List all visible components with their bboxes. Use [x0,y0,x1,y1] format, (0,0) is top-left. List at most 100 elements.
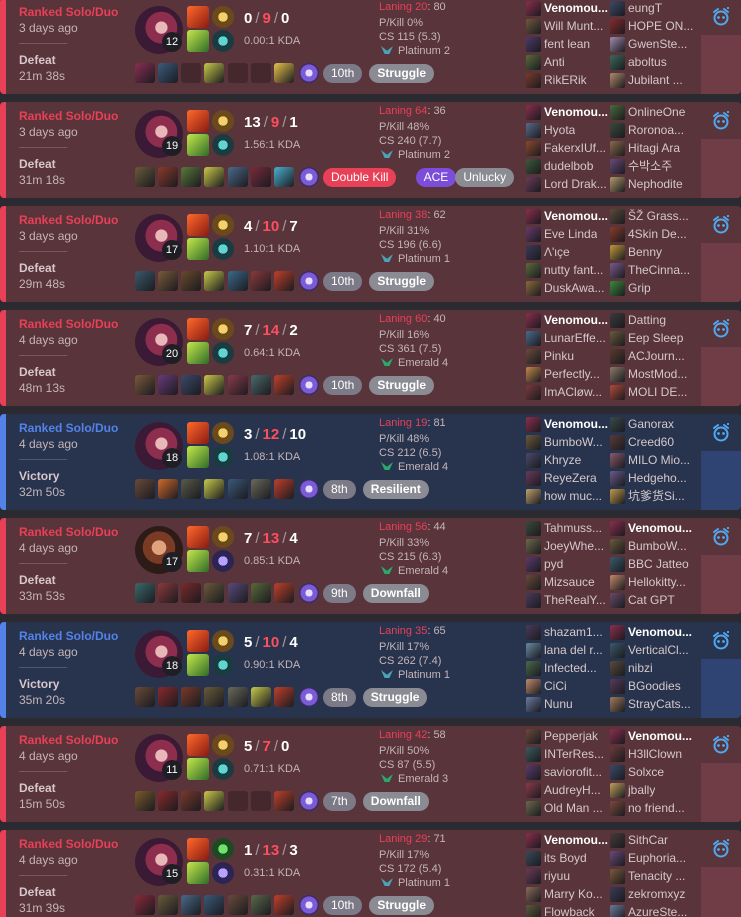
expand-details-button[interactable] [701,243,741,302]
player-entry[interactable]: Creed60 [610,435,700,451]
placement-badge[interactable]: 7th [323,792,356,811]
player-name[interactable]: H3llClown [628,747,682,762]
summoner-spell-1-icon[interactable] [187,838,209,860]
expand-details-button[interactable] [701,659,741,718]
player-entry[interactable]: Datting [610,313,700,329]
player-name[interactable]: RikERik [544,73,587,88]
trinket-icon[interactable] [299,895,319,915]
player-entry[interactable]: riyuu [526,869,616,885]
analytics-button[interactable] [701,414,741,450]
multikill-badge[interactable]: Double Kill [323,168,397,187]
player-entry[interactable]: how muc... [526,489,616,505]
item-icon[interactable] [274,895,294,915]
item-icon[interactable] [274,687,294,707]
player-entry[interactable]: Hyota [526,123,616,139]
player-entry[interactable]: GwenSte... [610,37,700,53]
item-icon[interactable] [135,791,155,811]
player-name[interactable]: TheRealY... [544,593,606,608]
primary-rune-icon[interactable] [212,422,234,444]
analytics-button[interactable] [701,830,741,866]
player-entry[interactable]: Venomou... [526,105,616,121]
analytics-button[interactable] [701,102,741,138]
player-entry[interactable]: Perfectly... [526,367,616,383]
primary-rune-icon[interactable] [212,630,234,652]
item-icon[interactable] [158,375,178,395]
player-entry[interactable]: Grip [610,281,700,297]
player-name[interactable]: ImACløw... [544,385,602,400]
item-icon[interactable] [251,167,271,187]
summoner-spell-1-icon[interactable] [187,110,209,132]
secondary-rune-icon[interactable] [212,30,234,52]
player-entry[interactable]: Hellokitty... [610,575,700,591]
player-name[interactable]: aboltus [628,55,667,70]
item-icon[interactable] [228,687,248,707]
player-entry[interactable]: BumboW... [526,435,616,451]
performance-badge[interactable]: Struggle [369,272,435,291]
player-name[interactable]: Nunu [544,697,573,712]
player-name[interactable]: Λ'ιçe [544,245,570,260]
player-entry[interactable]: Solxce [610,765,700,781]
player-entry[interactable]: pyd [526,557,616,573]
performance-badge[interactable]: Resilient [362,480,429,499]
player-entry[interactable]: H3llClown [610,747,700,763]
player-name[interactable]: Venomou... [628,521,692,536]
item-icon[interactable] [251,479,271,499]
summoner-spell-2-icon[interactable] [187,446,209,468]
summoner-spell-1-icon[interactable] [187,630,209,652]
player-entry[interactable]: fent lean [526,37,616,53]
player-name[interactable]: Tenacity ... [628,869,685,884]
primary-rune-icon[interactable] [212,734,234,756]
player-entry[interactable]: Will Munt... [526,19,616,35]
player-name[interactable]: Euphoria... [628,851,686,866]
item-icon[interactable] [204,583,224,603]
item-icon[interactable] [158,895,178,915]
player-name[interactable]: shazam1... [544,625,603,640]
ace-badge[interactable]: ACE [415,168,457,187]
player-entry[interactable]: Flowback [526,905,616,917]
player-entry[interactable]: ReyeZera [526,471,616,487]
player-name[interactable]: Khryze [544,453,581,468]
match-card[interactable]: Ranked Solo/Duo 4 days ago Defeat 31m 39… [0,830,741,917]
player-name[interactable]: Will Munt... [544,19,603,34]
item-icon[interactable] [204,479,224,499]
item-icon[interactable] [204,791,224,811]
player-name[interactable]: Creed60 [628,435,674,450]
analytics-button[interactable] [701,726,741,762]
player-entry[interactable]: Hedgeho... [610,471,700,487]
secondary-rune-icon[interactable] [212,862,234,884]
player-entry[interactable]: Euphoria... [610,851,700,867]
item-icon[interactable] [251,375,271,395]
trinket-icon[interactable] [299,583,319,603]
player-entry[interactable]: MostMod... [610,367,700,383]
item-icon[interactable] [158,479,178,499]
summoner-spell-1-icon[interactable] [187,526,209,548]
summoner-spell-2-icon[interactable] [187,862,209,884]
match-card[interactable]: Ranked Solo/Duo 4 days ago Defeat 48m 13… [0,310,741,406]
player-name[interactable]: AudreyH... [544,783,601,798]
player-name[interactable]: nutty fant... [544,263,603,278]
summoner-spell-2-icon[interactable] [187,342,209,364]
item-icon[interactable] [135,479,155,499]
player-entry[interactable]: Eep Sleep [610,331,700,347]
match-card[interactable]: Ranked Solo/Duo 3 days ago Defeat 21m 38… [0,0,741,94]
player-name[interactable]: Lord Drak... [544,177,607,192]
primary-rune-icon[interactable] [212,318,234,340]
player-entry[interactable]: ACJourn... [610,349,700,365]
player-entry[interactable]: shazam1... [526,625,616,641]
placement-badge[interactable]: 10th [323,896,363,915]
player-entry[interactable]: Venomou... [610,729,700,745]
match-card[interactable]: Ranked Solo/Duo 4 days ago Defeat 33m 53… [0,518,741,614]
trinket-icon[interactable] [299,63,319,83]
expand-details-button[interactable] [701,139,741,198]
player-name[interactable]: 4Skin De... [628,227,687,242]
player-name[interactable]: nibzi [628,661,653,676]
analytics-button[interactable] [701,622,741,658]
expand-details-button[interactable] [701,35,741,94]
player-entry[interactable]: ŠŽ Grass... [610,209,700,225]
player-entry[interactable]: Marry Ko... [526,887,616,903]
analytics-button[interactable] [701,518,741,554]
expand-details-button[interactable] [701,451,741,510]
player-name[interactable]: Infected... [544,661,597,676]
item-icon[interactable] [228,895,248,915]
primary-rune-icon[interactable] [212,526,234,548]
